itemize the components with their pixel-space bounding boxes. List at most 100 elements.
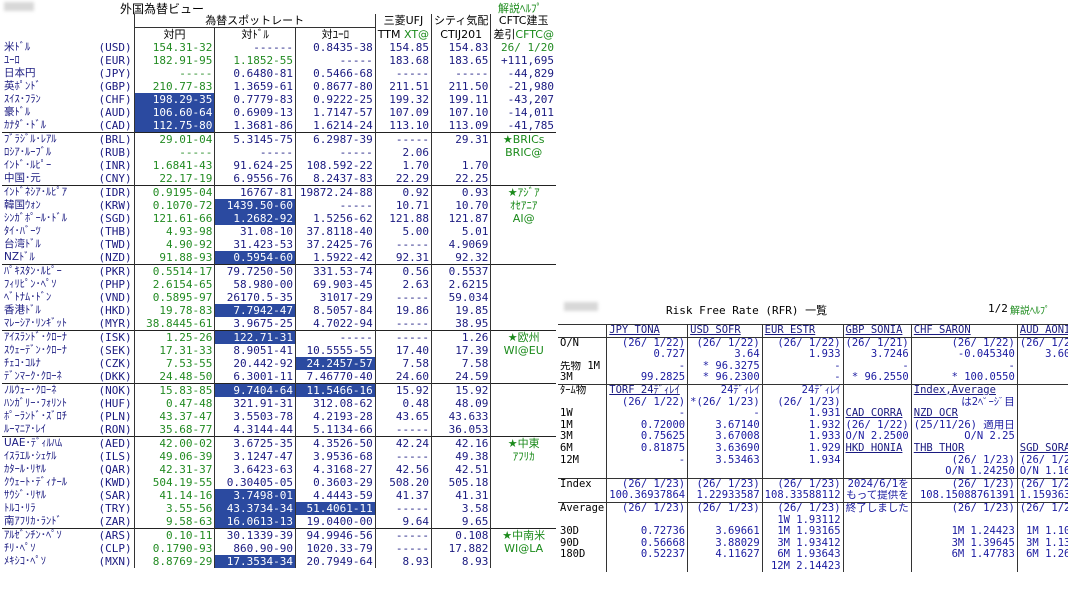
fx-row-idr[interactable]: ｲﾝﾄﾞﾈｼｱ･ﾙﾋﾟｱ (IDR) 0.9195-04 16767-81 19872.…	[2, 185, 556, 199]
fx-row-sgd[interactable]: ｼﾝｶﾞﾎﾟｰﾙ･ﾄﾞﾙ (SGD) 121.61-66 1.2682-92 1.525…	[2, 212, 556, 225]
rfr-cell: 100.36937864	[606, 490, 688, 503]
fx-row-nzd[interactable]: NZﾄﾞﾙ (NZD) 91.88-93 0.5954-60 1.5922-42 92.3…	[2, 251, 556, 265]
rate-eur: 1020.33-79	[295, 542, 376, 555]
fx-row-mxn[interactable]: ﾒｷｼｺ･ﾍﾟｿ (MXN) 8.8769-29 17.3534-34 20.7949-…	[2, 555, 556, 568]
citi-rate: 38.95	[431, 317, 491, 331]
fx-row-clp[interactable]: ﾁﾘ･ﾍﾟｿ (CLP) 0.1790-93 860.90-90 1020.33-79-…	[2, 542, 556, 555]
fx-row-huf[interactable]: ﾊﾝｶﾞﾘｰ･ﾌｫﾘﾝﾄ (HUF) 0.47-48 321.91-31 312.08-…	[2, 397, 556, 410]
fx-row-chf[interactable]: ｽｲｽ･ﾌﾗﾝ (CHF) 198.29-35 0.7779-83 0.9222-25 1…	[2, 93, 556, 106]
fx-row-eur[interactable]: ﾕｰﾛ (EUR) 182.91-95 1.1852-55 ----- 183.68 183…	[2, 54, 556, 67]
rfr-cell[interactable]: NZD OCR	[910, 408, 1018, 420]
ttm-rate: 19.86	[374, 304, 432, 317]
rfr-help-link[interactable]: 解説ﾍﾙﾌﾟ	[1010, 302, 1050, 317]
rate-usd: 6.9556-76	[214, 172, 296, 186]
rfr-cell	[1016, 396, 1068, 409]
rfr-cell[interactable]: USD SOFR	[687, 324, 763, 338]
rfr-cell: 1M 1.24423	[910, 526, 1018, 538]
rfr-cell[interactable]: AUD AONIA	[1016, 324, 1068, 338]
header-jpy: 対円	[133, 27, 215, 41]
fx-row-qar[interactable]: ｶﾀｰﾙ･ﾘﾔﾙ (QAR) 42.31-37 3.6423-63 4.3168-27 4…	[2, 463, 556, 476]
rfr-cell: -	[606, 408, 688, 420]
rfr-cell	[606, 514, 688, 527]
rfr-cell: -	[1016, 372, 1068, 385]
rate-jpy: 49.06-39	[133, 450, 215, 463]
fx-row-czk[interactable]: ﾁｪｺ･ｺﾙﾅ (CZK) 7.53-55 20.442-92 24.2457-57 7.…	[2, 357, 556, 370]
cftc-value	[490, 357, 556, 370]
rfr-cell[interactable]: EUR ESTR	[761, 324, 844, 338]
rate-eur: 0.5466-68	[295, 67, 376, 80]
xt-link[interactable]: XT@	[404, 28, 429, 41]
fx-row-cny[interactable]: 中国･元 (CNY) 22.17-19 6.9556-76 8.2437-83 22.29…	[2, 172, 556, 186]
fx-row-kwd[interactable]: ｸｳｪｰﾄ･ﾃﾞｨﾅｰﾙ (KWD) 504.19-55 0.30405-05 0.36…	[2, 476, 556, 489]
fx-row-brl[interactable]: ﾌﾞﾗｼﾞﾙ･ﾚｱﾙ (BRL) 29.01-04 5.3145-75 6.2987-3…	[2, 132, 556, 146]
currency-name: ｽｳｪｰﾃﾞﾝ･ｸﾛｰﾅ	[4, 344, 67, 356]
fx-row-nok[interactable]: ﾉﾙｳｪｰ･ｸﾛｰﾈ (NOK) 15.83-85 9.7404-64 11.5466-…	[2, 383, 556, 397]
rate-eur: 94.9946-56	[295, 528, 376, 542]
fx-row-usd[interactable]: 米ﾄﾞﾙ (USD) 154.31-32 ------ 0.8435-38 154.85 1…	[2, 41, 556, 54]
rfr-cell	[1016, 560, 1068, 573]
rfr-row-label	[558, 515, 607, 527]
fx-row-hkd[interactable]: 香港ﾄﾞﾙ (HKD) 19.78-83 7.7942-47 8.5057-84 19.8…	[2, 304, 556, 317]
fx-row-sek[interactable]: ｽｳｪｰﾃﾞﾝ･ｸﾛｰﾅ (SEK) 17.31-33 8.9051-41 10.555…	[2, 344, 556, 357]
rfr-cell[interactable]: HKD HONIA	[842, 442, 912, 455]
rate-usd: 31.423-53	[214, 238, 296, 251]
fx-row-myr[interactable]: ﾏﾚｰｼｱ･ﾘﾝｷﾞｯﾄ (MYR) 38.8445-61 3.9675-25 4.70…	[2, 317, 556, 331]
rate-jpy: 210.77-83	[133, 80, 215, 93]
fx-row-pkr[interactable]: ﾊﾟｷｽﾀﾝ･ﾙﾋﾟｰ (PKR) 0.5514-17 79.7250-50 331.5…	[2, 264, 556, 278]
rfr-row-label: 1W	[560, 408, 573, 420]
fx-row-cad[interactable]: ｶﾅﾀﾞ･ﾄﾞﾙ (CAD) 112.75-80 1.3681-86 1.6214-24…	[2, 119, 556, 133]
rate-eur: 1.6214-24	[295, 119, 376, 133]
fx-row-ron[interactable]: ﾙｰﾏﾆｱ･ﾚｲ (RON) 35.68-77 4.3144-44 5.1134-66-…	[2, 423, 556, 437]
ttm-rate: 1.70	[374, 159, 432, 172]
fx-row-inr[interactable]: ｲﾝﾄﾞ･ﾙﾋﾟｰ (INR) 1.6841-43 91.624-25 108.592-…	[2, 159, 556, 172]
fx-row-sar[interactable]: ｻｳｼﾞ･ﾘﾔﾙ (SAR) 41.14-16 3.7498-01 4.4443-59 4…	[2, 489, 556, 502]
rfr-row: 90D 0.56668 3.88029 3M 1.93412 3M 1.39645 3M …	[558, 537, 1068, 550]
rfr-cell[interactable]: THB THOR	[910, 442, 1018, 455]
fx-row-krw[interactable]: 韓国ｳｫﾝ (KRW) 0.1070-72 1439.50-60 ----- 10.71 1…	[2, 199, 556, 212]
fx-row-jpy[interactable]: 日本円 (JPY) ----- 0.6480-81 0.5466-68 ----- ----…	[2, 67, 556, 80]
currency-name: ﾊﾟｷｽﾀﾝ･ﾙﾋﾟｰ	[2, 264, 91, 278]
fx-row-ils[interactable]: ｲｽﾗｴﾙ･ｼｪｹﾙ (ILS) 49.06-39 3.1247-47 3.9536-6…	[2, 450, 556, 463]
rfr-cell: 1.933	[761, 431, 844, 443]
fx-row-rub[interactable]: ﾛｼｱ･ﾙｰﾌﾞﾙ (RUB) ----- ----- ----- 2.06 BRIC@	[2, 146, 556, 159]
fx-row-php[interactable]: ﾌｨﾘﾋﾟﾝ･ﾍﾟｿ (PHP) 2.6154-65 58.980-00 69.903-…	[2, 278, 556, 291]
fx-row-pln[interactable]: ﾎﾟｰﾗﾝﾄﾞ･ｽﾞﾛﾁ (PLN) 43.37-47 3.5503-78 4.2193…	[2, 410, 556, 423]
rfr-cell[interactable]: CHF SARON	[910, 324, 1018, 338]
rfr-cell[interactable]: CAD CORRA	[842, 408, 912, 420]
rfr-row-label	[558, 561, 607, 573]
ttm-rate: 42.56	[374, 463, 432, 476]
fx-row-try[interactable]: ﾄﾙｺ･ﾘﾗ (TRY) 3.55-56 43.3734-34 51.4061-11 --…	[2, 502, 556, 515]
fx-row-vnd[interactable]: ﾍﾞﾄﾅﾑ･ﾄﾞﾝ (VND) 0.5895-97 26170.5-35 31017-2…	[2, 291, 556, 304]
rfr-cell[interactable]: JPY TONA	[606, 324, 688, 338]
fx-row-gbp[interactable]: 英ﾎﾟﾝﾄﾞ (GBP) 210.77-83 1.3659-61 0.8677-80 21…	[2, 80, 556, 93]
rate-jpy: 7.53-55	[133, 357, 215, 370]
rfr-cell: 0.72736	[606, 526, 688, 538]
fx-row-aed[interactable]: UAE･ﾃﾞｨﾙﾊﾑ (AED) 42.00-02 3.6725-35 4.3526-5…	[2, 436, 556, 450]
fx-row-ars[interactable]: ｱﾙｾﾞﾝﾁﾝ･ﾍﾟｿ (ARS) 0.10-11 30.1339-39 94.9946…	[2, 528, 556, 542]
fx-row-dkk[interactable]: ﾃﾞﾝﾏｰｸ･ｸﾛｰﾈ (DKK) 24.48-50 6.3001-11 7.46770…	[2, 370, 556, 384]
cftc-link[interactable]: CFTC@	[515, 28, 554, 41]
rfr-cell[interactable]: Index,Average	[910, 383, 1018, 397]
rfr-cell[interactable]: SGD SORA	[1016, 442, 1068, 455]
fx-row-twd[interactable]: 台湾ﾄﾞﾙ (TWD) 4.90-92 31.423-53 37.2425-76 ----…	[2, 238, 556, 251]
fx-row-isk[interactable]: ｱｲｽﾗﾝﾄﾞ･ｸﾛｰﾅ (ISK) 1.25-26 122.71-31 ----- --…	[2, 330, 556, 344]
cftc-value	[490, 463, 556, 476]
rfr-cell[interactable]: GBP SONIA	[842, 324, 912, 338]
rfr-cell: 1.932	[761, 419, 844, 432]
rfr-cell[interactable]: TORF 24ﾃﾞｨﾚｲ	[606, 383, 688, 397]
ttm-rate: 22.29	[374, 172, 432, 186]
currency-code: (EUR)	[98, 54, 132, 67]
rfr-cell	[761, 466, 844, 479]
rate-jpy: 42.00-02	[133, 436, 215, 450]
rate-jpy: 22.17-19	[133, 172, 215, 186]
currency-name: ﾕｰﾛ	[4, 54, 20, 66]
citi-rate: 3.58	[431, 502, 491, 515]
fx-row-thb[interactable]: ﾀｲ･ﾊﾞｰﾂ (THB) 4.93-98 31.08-10 37.8118-40 5.0…	[2, 225, 556, 238]
header-ctij[interactable]: CTIJ201	[431, 27, 491, 41]
rfr-cell	[842, 396, 912, 409]
rfr-cell: 24ﾃﾞｨﾚｲ	[761, 383, 844, 397]
rfr-row: 3M 0.75625 3.67008 1.933 O/N 2.2500 O/N 2.25	[558, 431, 1068, 443]
rate-usd: 0.6480-81	[214, 67, 296, 80]
fx-row-aud[interactable]: 豪ﾄﾞﾙ (AUD) 106.60-64 0.6909-13 1.7147-57 107.…	[2, 106, 556, 119]
fx-row-zar[interactable]: 南ｱﾌﾘｶ･ﾗﾝﾄﾞ (ZAR) 9.58-63 16.0613-13 19.0400-…	[2, 515, 556, 529]
